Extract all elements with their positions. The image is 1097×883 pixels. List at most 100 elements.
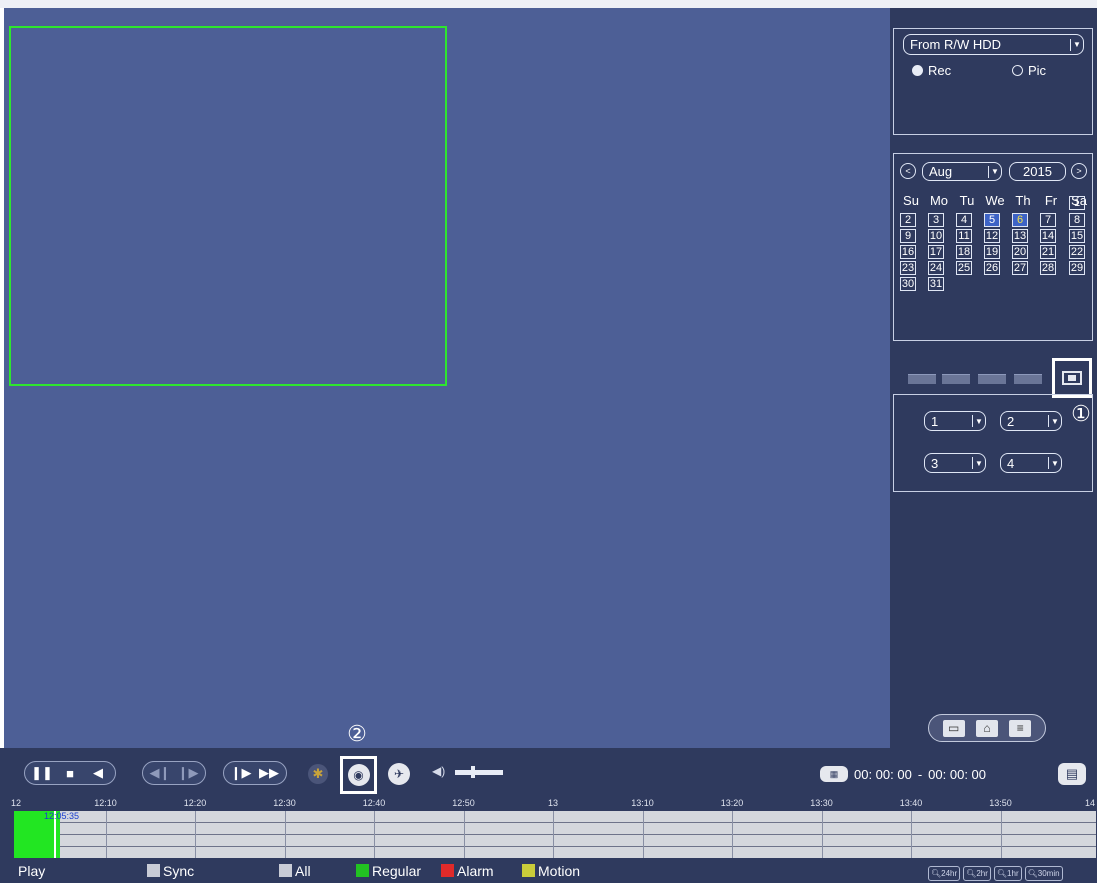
radio-rec[interactable]: Rec [912, 63, 951, 78]
next-frame-icon[interactable]: ❙▶ [175, 763, 201, 783]
alarm-checkbox[interactable]: Alarm [441, 863, 494, 879]
checkbox-icon [441, 864, 454, 877]
calendar-day[interactable]: 4 [956, 213, 972, 227]
end-time-field[interactable]: 00: 00: 00 [928, 767, 986, 782]
calendar-day[interactable]: 20 [1012, 245, 1028, 259]
timeline-tracks[interactable] [14, 811, 1096, 858]
calendar-day[interactable]: 25 [956, 261, 972, 275]
chevron-down-icon: ▼ [1048, 415, 1061, 427]
snapshot-icon: ◉ [347, 764, 370, 786]
calendar-day[interactable]: 22 [1069, 245, 1085, 259]
calendar-day[interactable]: 6 [1012, 213, 1028, 227]
zoom-controls: 🔍︎ 24hr 🔍︎ 2hr 🔍︎ 1hr 🔍︎ 30min [928, 866, 1063, 881]
checkbox-icon [279, 864, 292, 877]
calendar-day[interactable]: 27 [1012, 261, 1028, 275]
calendar-day[interactable]: 14 [1040, 229, 1056, 243]
single-view-icon[interactable] [908, 374, 936, 384]
calendar-day[interactable]: 29 [1069, 261, 1085, 275]
calendar-day[interactable]: 2 [900, 213, 916, 227]
volume-slider[interactable] [455, 770, 503, 775]
volume-slider-handle[interactable] [471, 766, 475, 778]
stop-icon[interactable]: ■ [57, 763, 83, 783]
source-dropdown[interactable]: From R/W HDD ▼ [903, 34, 1084, 55]
nine-view-icon[interactable] [978, 374, 1006, 384]
calendar-day[interactable]: 16 [900, 245, 916, 259]
backup-button[interactable]: ▤ [1058, 763, 1086, 785]
calendar-day[interactable]: 21 [1040, 245, 1056, 259]
smart-search-icon[interactable]: ✱ [308, 764, 328, 784]
month-dropdown[interactable]: Aug ▼ [922, 162, 1002, 181]
zoom-30min-button[interactable]: 🔍︎ 30min [1024, 866, 1063, 881]
weekday-label: Tu [959, 193, 975, 208]
channel-dropdown-3[interactable]: 3 ▼ [924, 453, 986, 473]
calendar-day[interactable]: 18 [956, 245, 972, 259]
chevron-down-icon: ▼ [972, 457, 985, 469]
calendar-day[interactable]: 9 [900, 229, 916, 243]
zoom-24hr-button[interactable]: 🔍︎ 24hr [928, 866, 961, 881]
video-view-icon[interactable]: ▭ [942, 719, 965, 737]
calendar-day[interactable]: 10 [928, 229, 944, 243]
weekday-label: We [985, 193, 1005, 208]
home-icon[interactable]: ⌂ [975, 719, 998, 737]
play-backward-icon[interactable]: ◀ [85, 763, 111, 783]
year-field[interactable]: 2015 [1009, 162, 1066, 181]
channel-dropdown-2[interactable]: 2 ▼ [1000, 411, 1062, 431]
custom-view-button[interactable] [1052, 358, 1092, 398]
timeline-tick-label: 13:30 [810, 798, 833, 808]
radio-pic[interactable]: Pic [1012, 63, 1046, 78]
clip-icon[interactable]: ▦ [820, 766, 848, 782]
motion-checkbox[interactable]: Motion [522, 863, 580, 879]
calendar-day[interactable]: 11 [956, 229, 972, 243]
zoom-label: 1hr [1007, 869, 1019, 878]
quad-view-icon[interactable] [942, 374, 970, 384]
pause-icon[interactable]: ❚❚ [29, 763, 55, 783]
calendar-day[interactable]: 28 [1040, 261, 1056, 275]
list-icon[interactable]: ≡ [1009, 719, 1032, 737]
all-checkbox[interactable]: All [279, 863, 311, 879]
calendar-day[interactable]: 30 [900, 277, 916, 291]
zoom-2hr-button[interactable]: 🔍︎ 2hr [963, 866, 991, 881]
weekday-label: Th [1015, 193, 1031, 208]
calendar-day[interactable]: 12 [984, 229, 1000, 243]
calendar-day[interactable]: 7 [1040, 213, 1056, 227]
calendar-day[interactable]: 19 [984, 245, 1000, 259]
calendar-day[interactable]: 31 [928, 277, 944, 291]
calendar-day[interactable]: 3 [928, 213, 944, 227]
timeline-tick-label: 13:40 [899, 798, 923, 808]
prev-month-button[interactable]: < [900, 163, 916, 179]
timeline-tick-label: 13:50 [989, 798, 1012, 808]
next-month-button[interactable]: > [1071, 163, 1087, 179]
channel-value: 4 [1007, 455, 1015, 471]
timeline-gridline [911, 811, 912, 858]
calendar-day[interactable]: 1 [1069, 196, 1085, 210]
calendar-day[interactable]: 24 [928, 261, 944, 275]
calendar-day[interactable]: 15 [1069, 229, 1085, 243]
regular-checkbox[interactable]: Regular [356, 863, 421, 879]
volume-icon[interactable]: ◀) [432, 764, 445, 778]
channel-dropdown-1[interactable]: 1 ▼ [924, 411, 986, 431]
timeline-gridline [821, 811, 823, 858]
sync-checkbox[interactable]: Sync [147, 863, 194, 879]
start-time-field[interactable]: 00: 00: 00 [854, 767, 912, 782]
month-value: Aug [929, 164, 953, 179]
timeline-tick-label: 13:20 [720, 798, 744, 808]
calendar-day[interactable]: 26 [984, 261, 1000, 275]
slow-play-icon[interactable]: ❙▶ [228, 763, 254, 783]
channel-value: 2 [1007, 413, 1015, 429]
snapshot-button[interactable]: ◉ [340, 756, 377, 794]
sixteen-view-icon[interactable] [1014, 374, 1042, 384]
selected-channel-window[interactable] [9, 26, 447, 386]
previous-frame-icon[interactable]: ◀❙ [147, 763, 173, 783]
zoom-1hr-button[interactable]: 🔍︎ 1hr [993, 866, 1022, 881]
timeline-tick-label: 12:10 [94, 798, 117, 808]
fast-forward-icon[interactable]: ▶▶ [256, 763, 282, 783]
weekday-label: Mo [929, 193, 949, 208]
zoom-label: 2hr [976, 869, 988, 878]
calendar-day[interactable]: 8 [1069, 213, 1085, 227]
channel-dropdown-4[interactable]: 4 ▼ [1000, 453, 1062, 473]
pin-icon[interactable]: ✈ [388, 763, 410, 785]
calendar-day[interactable]: 23 [900, 261, 916, 275]
calendar-day[interactable]: 5 [984, 213, 1000, 227]
calendar-day[interactable]: 17 [928, 245, 944, 259]
calendar-day[interactable]: 13 [1012, 229, 1028, 243]
